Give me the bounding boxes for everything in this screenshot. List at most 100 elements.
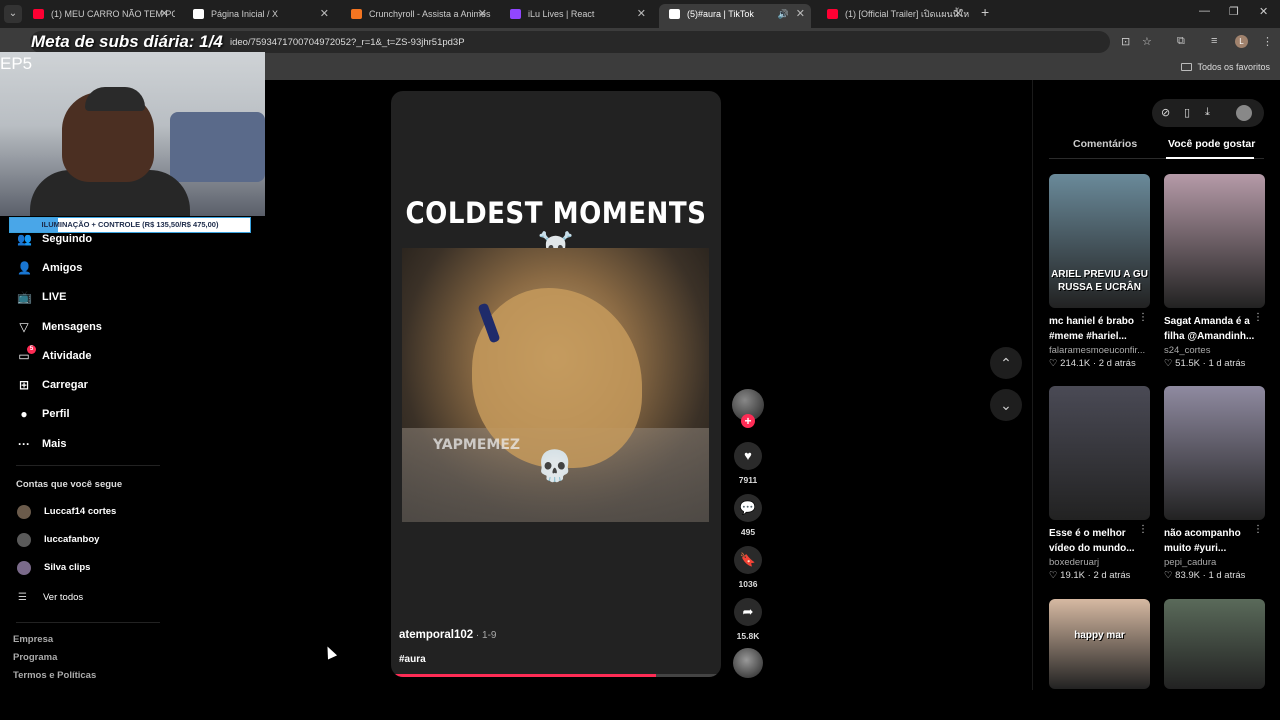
webcam-cap-shape <box>85 87 145 111</box>
following-account[interactable]: Silva clips <box>17 560 90 576</box>
card-stats: ♡ 214.1K · 2 d atrás <box>1049 358 1150 369</box>
card-ago: 1 d atrás <box>1208 358 1246 369</box>
tab-search-button[interactable]: ⌄ <box>4 5 22 23</box>
card-username[interactable]: pepi_cadura <box>1164 557 1265 568</box>
nav-item-friends[interactable]: 👤 Amigos <box>16 258 82 278</box>
following-account[interactable]: luccafanboy <box>17 532 99 548</box>
minimize-icon[interactable]: — <box>1199 5 1210 17</box>
author-name[interactable]: atemporal102 <box>399 629 473 641</box>
share-icon[interactable]: ➦ <box>734 598 762 626</box>
tab-title: iLu Lives | React <box>528 9 595 19</box>
nav-item-live[interactable]: 📺 LIVE <box>16 287 66 307</box>
card-username[interactable]: s24_cortes <box>1164 345 1265 356</box>
previous-video-chevron-up-icon[interactable]: ⌃ <box>990 347 1022 379</box>
nav-item-profile[interactable]: ● Perfil <box>16 404 69 424</box>
nav-item-upload[interactable]: ⊞ Carregar <box>16 375 88 395</box>
share-action[interactable]: ➦ 15.8K <box>734 598 762 641</box>
card-ago: 2 d atrás <box>1093 570 1131 581</box>
footer-link-company[interactable]: Empresa <box>13 634 53 645</box>
tab-close-icon[interactable]: ✕ <box>954 4 963 24</box>
card-caption[interactable]: Esse é o melhor vídeo do mundo... <box>1049 526 1141 556</box>
more-options-icon[interactable]: ⋮ <box>1138 524 1148 535</box>
url-text[interactable]: ideo/7593471700704972052?_r=1&_t=ZS-93jh… <box>230 37 465 48</box>
profile-avatar[interactable]: L <box>1235 35 1248 48</box>
bookmark-icon[interactable]: 🔖 <box>734 546 762 574</box>
card-likes: 51.5K <box>1175 358 1200 369</box>
card-username[interactable]: boxederuarj <box>1049 557 1150 568</box>
nav-item-label: Mais <box>42 438 67 450</box>
video-thumbnail[interactable] <box>1049 386 1150 520</box>
all-bookmarks-button[interactable]: Todos os favoritos <box>1181 62 1270 72</box>
card-stats: ♡ 83.9K · 1 d atrás <box>1164 570 1265 581</box>
compass-icon[interactable]: ⊘ <box>1161 106 1170 119</box>
suggested-video-card[interactable] <box>1164 599 1265 689</box>
suggested-video-card[interactable]: não acompanho muito #yuri... ⋮ pepi_cadura… <box>1164 386 1265 581</box>
nav-item-activity[interactable]: ▭ 5 Atividade <box>16 345 92 366</box>
speaker-icon[interactable]: 🔊 <box>778 4 789 24</box>
menu-kebab-icon[interactable]: ⋮ <box>1262 35 1273 48</box>
tab-favicon-icon <box>193 9 204 19</box>
heart-icon[interactable]: ♥ <box>734 442 762 470</box>
next-video-chevron-down-icon[interactable]: ⌄ <box>990 389 1022 421</box>
save-action[interactable]: 🔖 1036 <box>734 546 762 589</box>
footer-link-terms[interactable]: Termos e Políticas <box>13 670 96 681</box>
like-action[interactable]: ♥ 7911 <box>734 442 762 485</box>
card-caption[interactable]: Sagat Amanda é a filha @Amandinh... <box>1164 314 1256 344</box>
footer-link-program[interactable]: Programa <box>13 652 57 663</box>
card-username[interactable]: falaramesmoeuconfir... <box>1049 345 1150 356</box>
user-avatar[interactable] <box>1236 105 1252 121</box>
more-options-icon[interactable]: ⋮ <box>1253 312 1263 323</box>
suggested-video-card[interactable]: ARIEL PREVIU A GU RUSSA E UCRÂN mc haniel… <box>1049 174 1150 369</box>
video-player[interactable]: COLDEST MOMENTS ☠️ YAPMEMEZ 💀 atemporal1… <box>391 91 721 677</box>
video-progress-bar[interactable] <box>395 674 717 677</box>
bookmark-star-icon[interactable]: ☆ <box>1142 35 1152 48</box>
tab-close-icon[interactable]: ✕ <box>160 4 169 24</box>
tab-close-icon[interactable]: ✕ <box>796 4 805 24</box>
video-thumbnail[interactable] <box>1164 599 1265 689</box>
extensions-icon[interactable]: ⧉ <box>1177 35 1185 48</box>
video-thumbnail[interactable] <box>1164 386 1265 520</box>
save-count: 1036 <box>738 579 758 589</box>
tab-close-icon[interactable]: ✕ <box>320 4 329 24</box>
browser-tab[interactable]: (5)#aura | TikTok 🔊 ✕ <box>659 4 811 28</box>
stats-separator: · <box>1090 358 1099 369</box>
nav-item-more[interactable]: ··· Mais <box>16 434 66 454</box>
browser-tab[interactable]: iLu Lives | React ✕ <box>500 4 652 24</box>
sound-disc-avatar[interactable] <box>733 648 763 678</box>
tab-title: Crunchyroll - Assista a Animes <box>369 9 491 19</box>
new-tab-button[interactable]: + <box>981 4 989 20</box>
video-thumbnail[interactable]: ARIEL PREVIU A GU RUSSA E UCRÂN <box>1049 174 1150 308</box>
suggested-video-card[interactable]: Sagat Amanda é a filha @Amandinh... ⋮ s24_… <box>1164 174 1265 369</box>
browser-tab[interactable]: Crunchyroll - Assista a Animes ✕ <box>341 4 493 24</box>
more-options-icon[interactable]: ⋮ <box>1253 524 1263 535</box>
tab-close-icon[interactable]: ✕ <box>478 4 487 24</box>
media-control-icon[interactable]: ≡ <box>1211 35 1217 47</box>
tab-comments[interactable]: Comentários <box>1073 138 1137 150</box>
phone-icon[interactable]: ▯ <box>1184 106 1190 119</box>
video-frame[interactable]: YAPMEMEZ 💀 <box>402 248 709 522</box>
suggested-video-card[interactable]: Esse é o melhor vídeo do mundo... ⋮ boxede… <box>1049 386 1150 581</box>
comment-action[interactable]: 💬 495 <box>734 494 762 537</box>
maximize-icon[interactable]: ❐ <box>1229 5 1239 18</box>
card-caption[interactable]: mc haniel é brabo #meme #hariel... <box>1049 314 1141 344</box>
video-hashtag[interactable]: #aura <box>399 654 426 665</box>
install-app-icon[interactable]: ⊡ <box>1121 35 1130 48</box>
download-icon[interactable]: ⤓ <box>1205 106 1210 119</box>
nav-item-messages[interactable]: ▽ Mensagens <box>16 317 102 337</box>
video-author[interactable]: atemporal102 · 1-9 <box>399 629 497 641</box>
comment-icon[interactable]: 💬 <box>734 494 762 522</box>
browser-tab[interactable]: (1) MEU CARRO NÃO TEM POR ✕ <box>23 4 175 24</box>
close-window-icon[interactable]: ✕ <box>1259 5 1268 18</box>
see-all-link[interactable]: ☰ Ver todos <box>18 591 83 605</box>
browser-tab[interactable]: Página Inicial / X ✕ <box>183 4 335 24</box>
video-thumbnail[interactable] <box>1164 174 1265 308</box>
tab-close-icon[interactable]: ✕ <box>637 4 646 24</box>
video-thumbnail[interactable]: happy mar <box>1049 599 1150 689</box>
tab-suggested[interactable]: Você pode gostar <box>1168 138 1255 150</box>
card-caption[interactable]: não acompanho muito #yuri... <box>1164 526 1256 556</box>
suggested-video-card[interactable]: happy mar <box>1049 599 1150 689</box>
more-options-icon[interactable]: ⋮ <box>1138 312 1148 323</box>
browser-tab[interactable]: (1) [Official Trailer] เปิดแผนนี้ใหม่ ✕ <box>817 4 969 24</box>
following-account[interactable]: Luccaf14 cortes <box>17 504 116 520</box>
follow-plus-icon[interactable]: + <box>741 414 755 428</box>
